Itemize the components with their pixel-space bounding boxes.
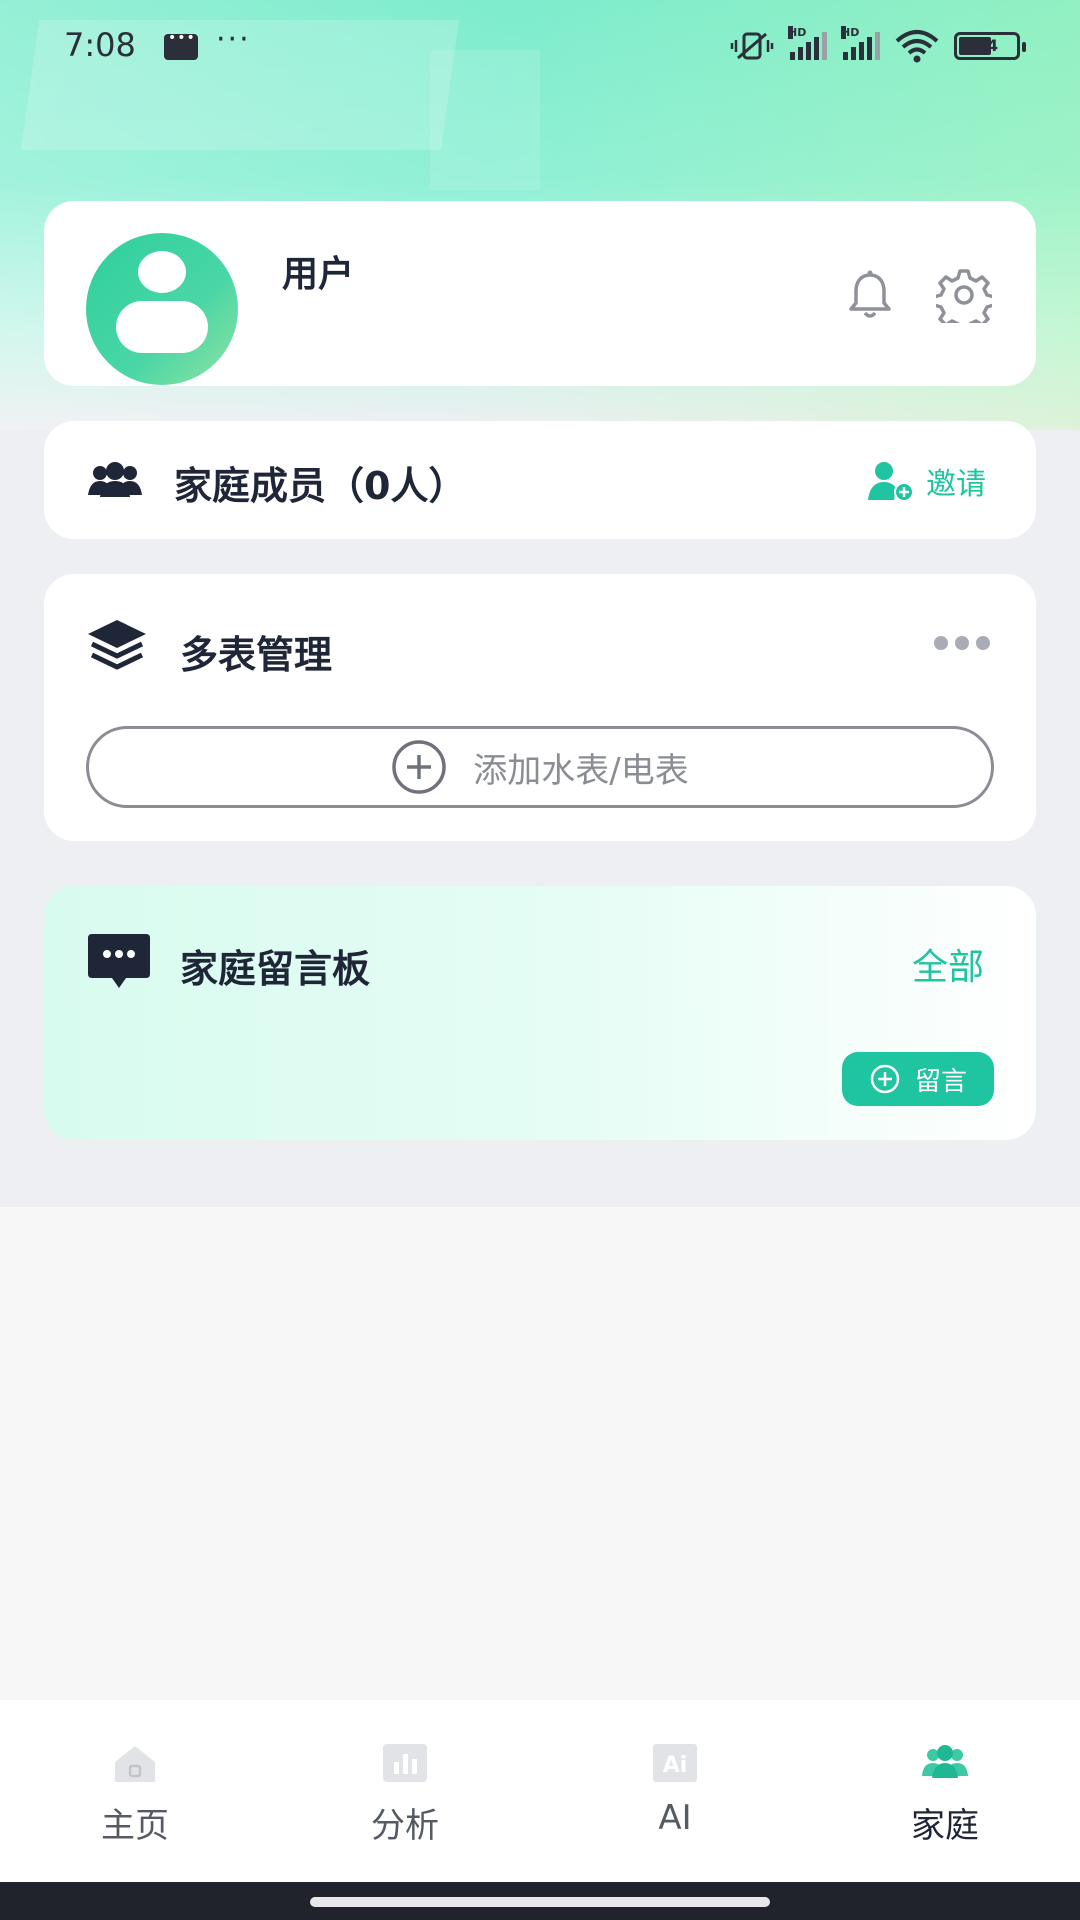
multi-meter-title: 多表管理 [180,633,333,677]
more-options-icon[interactable] [934,636,994,652]
add-meter-label: 添加水表/电表 [473,750,689,791]
battery-level: 54 [975,36,999,55]
wifi-icon [895,30,939,63]
group-icon [88,462,142,497]
ai-icon: Ai [653,1744,697,1782]
profile-card[interactable]: 用户 [44,201,1036,386]
svg-text:Ai: Ai [663,1753,688,1778]
gear-icon[interactable] [936,267,992,323]
mute-vibrate-icon [730,32,774,60]
home-indicator[interactable] [310,1897,770,1907]
family-members-title: 家庭成员（0人） [174,464,467,508]
plus-circle-icon [392,740,447,794]
signal-strength-1-icon: HD [788,26,827,60]
tab-analysis[interactable]: 分析 [305,1742,505,1847]
tab-family[interactable]: 家庭 [845,1742,1045,1847]
chat-bubble-icon [88,934,150,988]
invite-label: 邀请 [926,467,986,502]
plus-circle-icon [870,1064,900,1094]
invite-button[interactable]: 邀请 [866,459,986,503]
message-notification-icon [164,30,198,60]
message-board-card: 家庭留言板 全部 留言 [44,886,1036,1140]
more-notifications-icon: ··· [216,22,251,57]
status-bar: 7:08 ··· HD HD 54 [0,0,1080,92]
username: 用户 [282,254,355,295]
chart-icon [383,1744,427,1782]
leave-message-label: 留言 [914,1066,967,1097]
message-board-title: 家庭留言板 [180,947,371,991]
battery-icon: 54 [954,32,1026,60]
family-members-card[interactable]: 家庭成员（0人） 邀请 [44,421,1036,539]
layers-icon [88,620,146,670]
leave-message-button[interactable]: 留言 [842,1052,994,1106]
bottom-tab-bar: 主页 分析 Ai AI 家庭 [0,1700,1080,1882]
view-all-link[interactable]: 全部 [912,938,984,990]
family-icon [922,1745,968,1778]
multi-meter-card: 多表管理 添加水表/电表 [44,574,1036,841]
avatar[interactable] [86,233,238,385]
signal-strength-2-icon: HD [841,26,880,60]
status-time: 7:08 [64,26,136,64]
add-user-icon [868,462,914,502]
home-icon [115,1746,155,1782]
tab-home[interactable]: 主页 [35,1742,235,1847]
bell-icon[interactable] [844,269,896,321]
add-meter-button[interactable]: 添加水表/电表 [86,726,994,808]
tab-ai[interactable]: Ai AI [575,1742,775,1838]
